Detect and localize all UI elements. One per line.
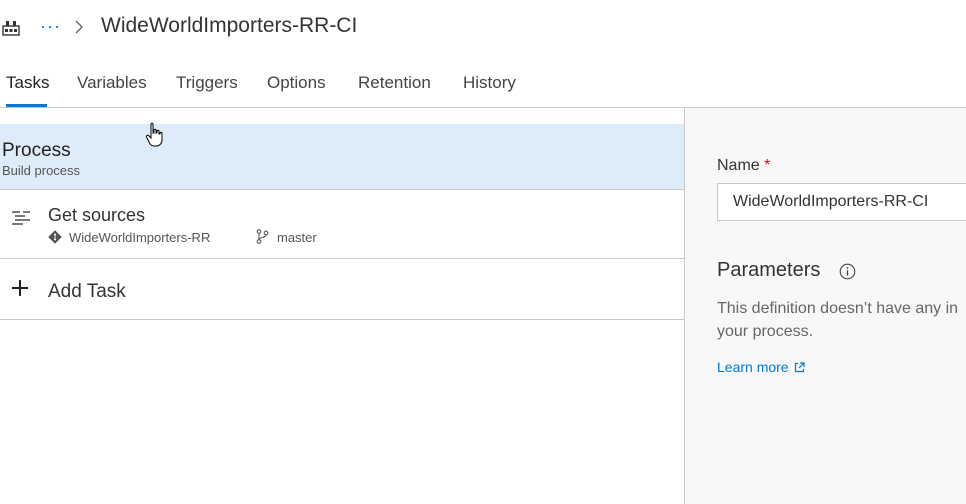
- tab-tasks[interactable]: Tasks: [6, 72, 49, 94]
- get-sources-item[interactable]: Get sources WideWorldImporters-RR master: [0, 190, 684, 259]
- learn-more-link[interactable]: Learn more: [717, 358, 806, 376]
- chevron-right-icon: [75, 20, 83, 34]
- repository-name: WideWorldImporters-RR: [69, 230, 211, 245]
- info-icon[interactable]: [839, 263, 856, 280]
- pipeline-icon[interactable]: [2, 18, 20, 36]
- tab-history[interactable]: History: [463, 72, 516, 94]
- name-label-text: Name: [717, 157, 760, 174]
- parameters-title: Parameters: [717, 259, 821, 281]
- tab-options[interactable]: Options: [267, 72, 326, 94]
- get-sources-title: Get sources: [48, 205, 146, 225]
- parameters-description: This definition doesn’t have any in your…: [717, 300, 959, 340]
- branch-name: master: [277, 230, 317, 245]
- tab-bar: Tasks Variables Triggers Options Retenti…: [0, 66, 966, 108]
- name-label: Name *: [717, 156, 770, 176]
- learn-more-text: Learn more: [717, 359, 789, 375]
- process-title: Process: [2, 140, 71, 161]
- add-task-label: Add Task: [48, 281, 126, 302]
- header: ··· WideWorldImporters-RR-CI: [0, 0, 966, 56]
- hand-cursor-icon: [145, 122, 163, 147]
- more-icon[interactable]: ···: [40, 14, 61, 38]
- branch-icon: [256, 229, 269, 244]
- details-panel: Name * Parameters This definition doesn’…: [684, 108, 966, 504]
- name-input[interactable]: [717, 183, 966, 221]
- task-list-pane: Process Build process Get sources WideWo…: [0, 108, 684, 504]
- process-item[interactable]: Process Build process: [0, 124, 684, 190]
- tab-triggers[interactable]: Triggers: [176, 72, 238, 94]
- process-subtitle: Build process: [2, 163, 81, 178]
- required-indicator: *: [764, 157, 771, 174]
- add-task-button[interactable]: Add Task: [0, 259, 684, 320]
- tab-retention[interactable]: Retention: [358, 72, 431, 94]
- external-link-icon: [795, 362, 806, 373]
- plus-icon: [12, 280, 28, 296]
- page-title: WideWorldImporters-RR-CI: [101, 14, 358, 37]
- git-repo-icon: [48, 230, 62, 244]
- list-icon: [12, 211, 30, 225]
- tab-variables[interactable]: Variables: [77, 72, 147, 94]
